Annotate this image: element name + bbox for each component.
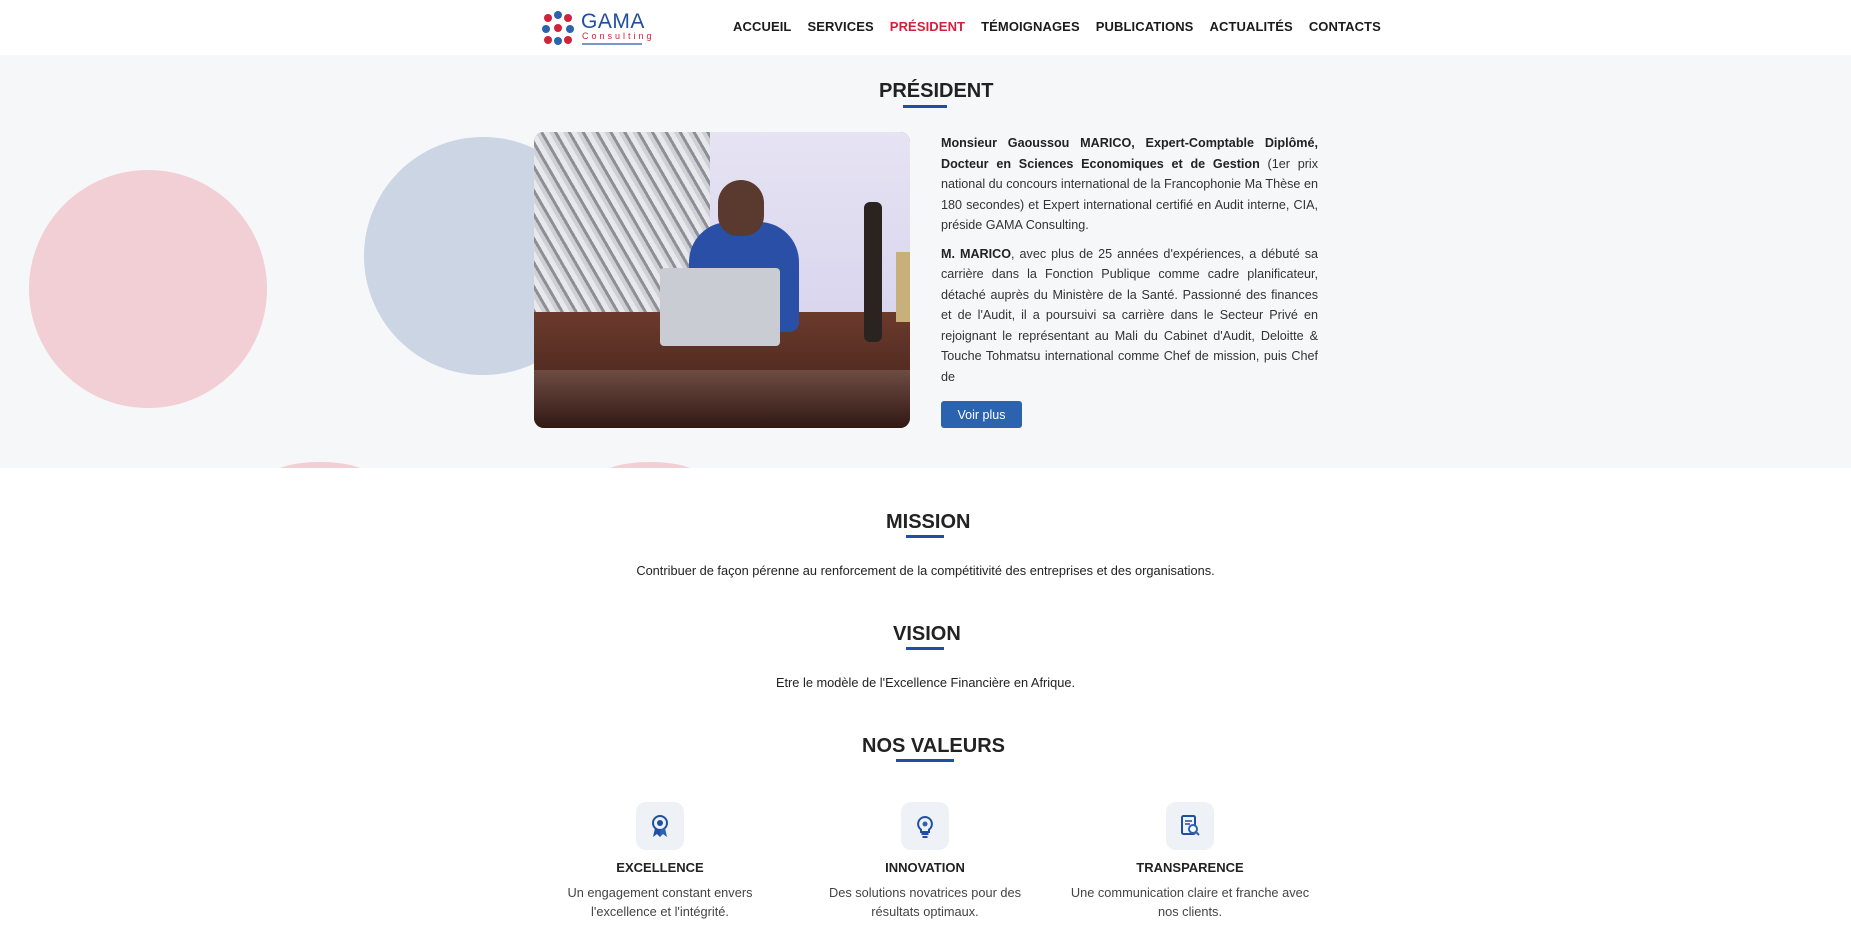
main-nav: ACCUEIL SERVICES PRÉSIDENT TÉMOIGNAGES P… — [733, 19, 1397, 34]
nav-temoignages[interactable]: TÉMOIGNAGES — [981, 19, 1080, 34]
lightbulb-icon — [901, 802, 949, 850]
president-section — [0, 55, 1851, 468]
decor-circle-pink-bottom — [600, 462, 700, 468]
mission-text: Contribuer de façon pérenne au renforcem… — [636, 563, 1215, 578]
value-card-excellence: EXCELLENCE Un engagement constant envers… — [540, 802, 780, 921]
document-search-icon — [1166, 802, 1214, 850]
value-desc: Une communication claire et franche avec… — [1070, 885, 1310, 919]
logo[interactable]: GAMA Consulting — [540, 10, 652, 46]
value-title: TRANSPARENCE — [1136, 860, 1244, 875]
bio-paragraph-1: Monsieur Gaoussou MARICO, Expert-Comptab… — [941, 133, 1318, 236]
nav-president[interactable]: PRÉSIDENT — [890, 19, 965, 34]
nav-contacts[interactable]: CONTACTS — [1309, 19, 1381, 34]
vision-text: Etre le modèle de l'Excellence Financièr… — [775, 675, 1076, 690]
bio-text-2: , avec plus de 25 années d'expériences, … — [941, 246, 1318, 384]
bio-short-name: M. MARICO — [941, 246, 1012, 261]
value-desc: Des solutions novatrices pour des résult… — [828, 885, 1022, 919]
nav-accueil[interactable]: ACCUEIL — [733, 19, 791, 34]
vision-title-underline — [906, 647, 944, 650]
value-title: INNOVATION — [885, 860, 965, 875]
value-title: EXCELLENCE — [616, 860, 704, 875]
decor-circle-pink-bottom — [270, 462, 370, 468]
president-photo — [534, 132, 910, 428]
voir-plus-button[interactable]: Voir plus — [941, 401, 1022, 428]
nav-services[interactable]: SERVICES — [807, 19, 873, 34]
nav-publications[interactable]: PUBLICATIONS — [1096, 19, 1194, 34]
values-title-underline — [896, 759, 954, 762]
logo-mark-icon — [542, 11, 574, 45]
bio-paragraph-2: M. MARICO, avec plus de 25 années d'expé… — [941, 244, 1318, 384]
mission-title: MISSION — [886, 511, 971, 533]
nav-actualites[interactable]: ACTUALITÉS — [1209, 19, 1292, 34]
site-header: GAMA Consulting ACCUEIL SERVICES PRÉSIDE… — [0, 0, 1851, 55]
value-card-innovation: INNOVATION Des solutions novatrices pour… — [805, 802, 1045, 921]
logo-line — [582, 43, 642, 45]
logo-sub: Consulting — [582, 31, 655, 41]
value-desc: Un engagement constant envers l'excellen… — [567, 885, 753, 919]
values-title: NOS VALEURS — [862, 735, 1005, 757]
president-title-underline — [903, 105, 947, 108]
value-card-transparence: TRANSPARENCE Une communication claire et… — [1070, 802, 1310, 921]
decor-circle-pink — [29, 170, 267, 408]
mission-title-underline — [906, 535, 944, 538]
vision-title: VISION — [893, 623, 961, 645]
award-icon — [636, 802, 684, 850]
president-bio: Monsieur Gaoussou MARICO, Expert-Comptab… — [941, 133, 1318, 383]
president-title: PRÉSIDENT — [879, 80, 994, 102]
